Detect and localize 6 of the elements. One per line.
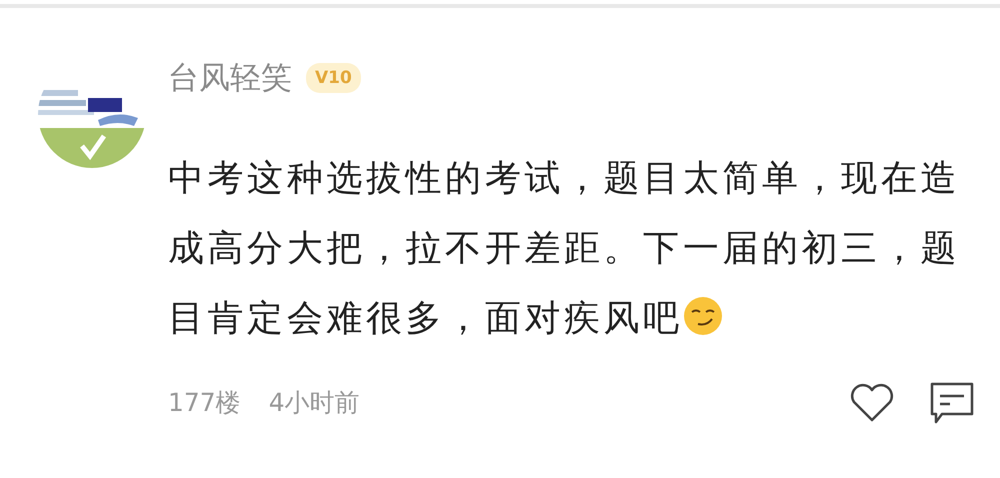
author-name[interactable]: 台风轻笑 <box>168 57 292 99</box>
post-time: 4小时前 <box>268 386 360 418</box>
floor-number: 177楼 <box>168 386 241 418</box>
smirk-emoji-icon <box>682 296 723 336</box>
level-badge: V10 <box>306 63 361 93</box>
comment-text: 中考这种选拔性的考试，题目太简单，现在造成高分大把，拉不开差距。下一届的初三，题目肯定会难很多，面对疾风吧 <box>168 157 961 341</box>
